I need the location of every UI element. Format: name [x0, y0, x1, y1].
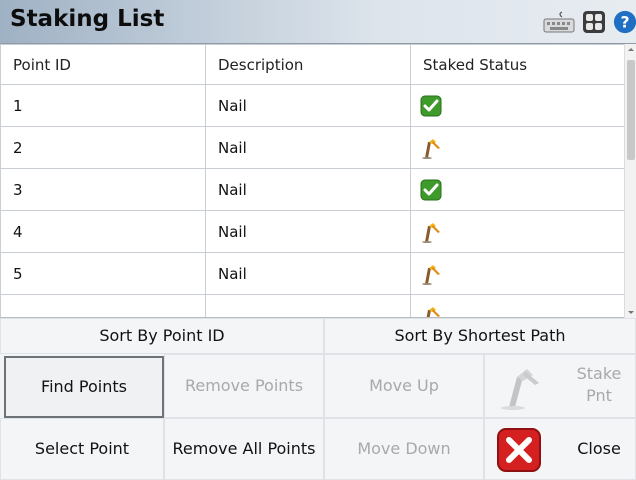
cell-staked-status[interactable] — [410, 210, 625, 253]
select-point-button[interactable]: Select Point — [0, 418, 164, 480]
table-row[interactable] — [0, 294, 625, 317]
cell-description[interactable]: Nail — [205, 252, 411, 295]
cell-staked-status[interactable] — [410, 252, 625, 295]
staking-table-container: Point ID Description Staked Status 1 Nail… — [0, 44, 636, 318]
remove-points-button[interactable]: Remove Points — [164, 354, 324, 418]
move-down-button[interactable]: Move Down — [324, 418, 484, 480]
cell-description[interactable]: Nail — [205, 210, 411, 253]
page-title: Staking List — [10, 6, 165, 32]
table-row[interactable]: 5 Nail — [0, 252, 625, 295]
table-scrollbar[interactable] — [624, 44, 636, 318]
cell-point-id[interactable] — [0, 294, 206, 317]
sort-by-point-id-button[interactable]: Sort By Point ID — [0, 318, 324, 354]
cell-description[interactable] — [205, 294, 411, 317]
stake-flag-icon — [422, 264, 440, 285]
stake-flag-icon — [422, 222, 440, 243]
cell-point-id[interactable]: 2 — [0, 126, 206, 169]
action-panel: Sort By Point ID Sort By Shortest Path F… — [0, 318, 636, 480]
close-icon — [497, 428, 541, 472]
move-up-button[interactable]: Move Up — [324, 354, 484, 418]
remove-all-points-button[interactable]: Remove All Points — [164, 418, 324, 480]
cell-point-id[interactable]: 3 — [0, 168, 206, 211]
column-header-description[interactable]: Description — [205, 44, 411, 85]
stake-flag-icon — [422, 138, 440, 159]
keyboard-icon[interactable] — [542, 10, 576, 34]
cell-point-id[interactable]: 5 — [0, 252, 206, 295]
cell-description[interactable]: Nail — [205, 126, 411, 169]
column-header-point-id[interactable]: Point ID — [0, 44, 206, 85]
cell-description[interactable]: Nail — [205, 168, 411, 211]
staked-check-icon — [420, 95, 442, 116]
close-button[interactable]: Close — [484, 418, 636, 480]
table-header-row: Point ID Description Staked Status — [0, 44, 625, 85]
table-row[interactable]: 2 Nail — [0, 126, 625, 169]
cell-point-id[interactable]: 1 — [0, 84, 206, 127]
stake-point-button[interactable]: Stake Pnt — [484, 354, 636, 418]
stake-point-label: Stake Pnt — [576, 364, 622, 405]
table-row[interactable]: 4 Nail — [0, 210, 625, 253]
table-row[interactable]: 3 Nail — [0, 168, 625, 211]
scroll-up-arrow-icon[interactable] — [625, 44, 636, 56]
cell-point-id[interactable]: 4 — [0, 210, 206, 253]
cell-staked-status[interactable] — [410, 294, 625, 317]
stake-icon — [501, 369, 539, 410]
find-points-button[interactable]: Find Points — [4, 356, 164, 418]
scroll-thumb[interactable] — [627, 60, 635, 160]
grid-icon[interactable] — [582, 10, 606, 34]
column-header-staked-status[interactable]: Staked Status — [410, 44, 625, 85]
cell-staked-status[interactable] — [410, 84, 625, 127]
cell-description[interactable]: Nail — [205, 84, 411, 127]
svg-text:?: ? — [620, 13, 629, 32]
scroll-down-arrow-icon[interactable] — [625, 306, 636, 318]
close-label: Close — [577, 439, 621, 458]
stake-flag-icon — [426, 306, 440, 317]
cell-staked-status[interactable] — [410, 168, 625, 211]
title-bar: Staking List ? — [0, 0, 636, 44]
help-icon[interactable]: ? — [612, 10, 636, 34]
table-row[interactable]: 1 Nail — [0, 84, 625, 127]
cell-staked-status[interactable] — [410, 126, 625, 169]
staked-check-icon — [420, 179, 442, 200]
staking-table: Point ID Description Staked Status 1 Nail… — [0, 44, 625, 317]
sort-by-shortest-path-button[interactable]: Sort By Shortest Path — [324, 318, 636, 354]
